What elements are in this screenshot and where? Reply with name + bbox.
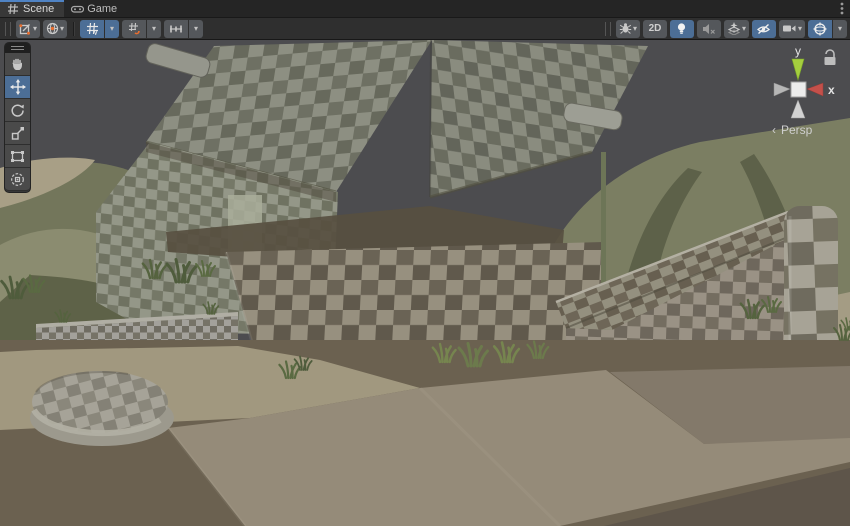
scene-render[interactable] [0,40,850,526]
axis-down-handle[interactable] [791,100,805,118]
dropdown-arrow-icon: ▾ [33,25,37,33]
transform-tool[interactable] [5,168,30,191]
gizmos-toggle-button[interactable] [808,20,832,38]
globe-icon [46,22,59,35]
axis-y-label: y [795,44,801,58]
scene-toolbar: ▾ ▾ y ▾ [0,18,850,40]
tab-game[interactable]: Game [64,0,127,17]
move-tool[interactable] [5,76,30,99]
effects-icon [727,22,741,35]
rotate-icon [10,103,25,118]
debug-draw-mode-button[interactable]: ▾ [616,20,640,38]
increment-snap-button[interactable] [164,20,188,38]
lock-open-icon[interactable] [825,50,836,65]
gamepad-icon [71,3,83,15]
speaker-muted-icon [702,23,716,35]
grid-visibility-button[interactable]: y [80,20,104,38]
tab-bar: Scene Game [0,0,850,18]
dropdown-arrow-icon: ▾ [742,25,746,33]
camera-settings-button[interactable]: ▾ [779,20,805,38]
tab-game-label: Game [87,3,117,15]
tools-overlay [4,42,31,193]
rect-tool[interactable] [5,145,30,168]
toolbar-drag-handle-right[interactable] [605,22,611,36]
unity-scene-view-window: Scene Game [0,0,850,526]
tools-overlay-drag-handle[interactable] [5,43,30,53]
tab-overflow-menu[interactable] [834,0,850,17]
hand-icon [10,57,25,72]
grid-visibility-dropdown[interactable]: ▾ [105,20,119,38]
2d-view-button[interactable]: 2D [643,20,667,38]
gizmos-dropdown[interactable]: ▾ [833,20,847,38]
dropdown-arrow-icon: ▾ [633,25,637,33]
bug-icon [619,22,632,35]
kebab-menu-icon [840,2,844,15]
axis-x-label: x [828,83,835,97]
grid-snapping-button[interactable] [122,20,146,38]
grid-icon [7,3,19,15]
scale-icon [10,126,25,141]
tool-settings-button[interactable]: ▾ [16,20,40,38]
tab-scene-label: Scene [23,3,54,15]
lightbulb-icon [676,22,687,35]
rect-icon [10,149,25,164]
2d-view-label: 2D [649,23,662,34]
transform-icon [10,172,25,187]
persp-arrow-icon: ‹ [772,123,776,137]
scene-audio-button[interactable] [697,20,721,38]
camera-icon [782,23,797,34]
view-hand-tool[interactable] [5,53,30,76]
pivot-icon [19,22,32,35]
snap-magnet-icon [128,22,141,35]
axis-x-handle[interactable]: x [807,83,835,97]
projection-toggle[interactable]: ‹ Persp [772,123,813,137]
axis-y-handle[interactable]: y [792,44,804,80]
scene-viewport[interactable]: y x [0,40,850,526]
dropdown-arrow-icon: ▾ [798,25,802,33]
round-checkered-platform[interactable] [30,371,174,446]
grid-axis-icon: y [86,22,99,35]
toolbar-separator [73,22,74,36]
projection-label: Persp [781,123,813,137]
gizmo-sphere-icon [813,22,827,36]
scene-effects-button[interactable]: ▾ [724,20,749,38]
snap-increment-icon [169,23,183,35]
scene-visibility-button[interactable] [752,20,776,38]
gizmo-center-cube[interactable] [791,82,806,97]
axis-left-handle[interactable] [774,83,790,96]
handle-orientation-button[interactable]: ▾ [43,20,67,38]
scene-lighting-button[interactable] [670,20,694,38]
dropdown-arrow-icon: ▾ [60,25,64,33]
eye-hidden-icon [756,23,771,35]
grid-snapping-dropdown[interactable]: ▾ [147,20,161,38]
svg-text:y: y [94,31,98,36]
orientation-gizmo-overlay: y x [754,42,846,142]
tab-scene[interactable]: Scene [0,0,64,17]
move-icon [10,79,26,95]
rotate-tool[interactable] [5,99,30,122]
toolbar-drag-handle[interactable] [5,22,11,36]
scale-tool[interactable] [5,122,30,145]
increment-snap-dropdown[interactable]: ▾ [189,20,203,38]
